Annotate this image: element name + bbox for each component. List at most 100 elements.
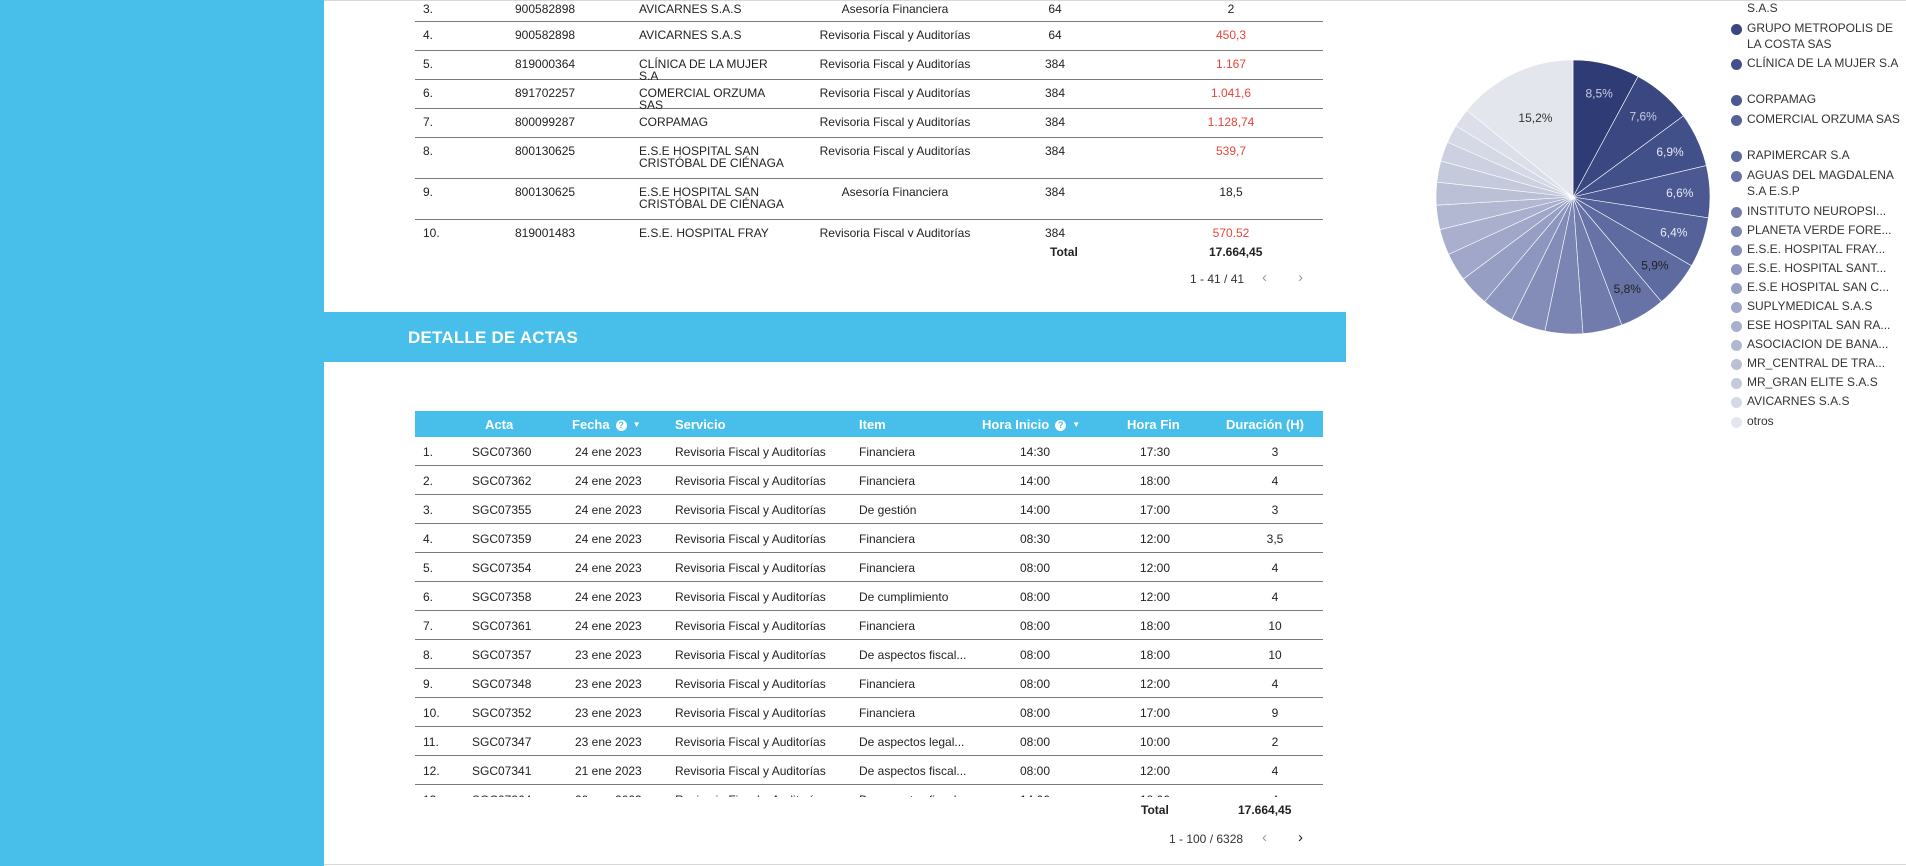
legend-swatch [1731,151,1742,162]
client-name-cell: AVICARNES S.A.S [639,2,742,16]
table-row[interactable]: 10. SGC07352 23 ene 2023 Revisoria Fiscal y… [415,698,1323,727]
legend-swatch [1731,378,1742,389]
pie-slice-label: 5,8% [1614,282,1642,296]
fecha-cell: 21 ene 2023 [575,764,642,778]
table-row[interactable]: 13. SGC07364 20 ene 2023 Revisoria Fiscal y… [415,785,1323,797]
actas-next-page-icon[interactable]: › [1298,829,1303,846]
pie-slice-label: 8,5% [1585,86,1613,100]
upper-next-page-icon[interactable]: › [1298,269,1303,286]
client-name-cell: COMERCIAL ORZUMA SAS [639,86,765,112]
service-cell: Revisoria Fiscal y Auditorías [819,86,971,100]
legend-label: INSTITUTO NEUROPSI... [1747,204,1887,218]
table-row[interactable]: 7. SGC07361 24 ene 2023 Revisoria Fiscal y … [415,611,1323,640]
table-row[interactable]: 2. SGC07362 24 ene 2023 Revisoria Fiscal y … [415,466,1323,495]
quantity-cell: 384 [1044,185,1066,199]
actas-prev-page-icon[interactable]: ‹ [1262,829,1267,846]
sort-desc-icon[interactable]: ▼ [633,420,641,429]
table-row[interactable]: 6. 891702257 COMERCIAL ORZUMA SAS Revisoria… [415,80,1323,112]
pie-slice-label: 15,2% [1518,111,1552,125]
fecha-cell: 23 ene 2023 [575,706,642,720]
acta-cell: SGC07348 [472,677,532,691]
service-cell: Revisoria Fiscal y Auditorías [819,144,971,158]
hora-inicio-cell: 08:00 [1019,735,1051,749]
table-row[interactable]: 9. SGC07348 23 ene 2023 Revisoria Fiscal y … [415,669,1323,698]
upper-pagination-text: 1 - 41 / 41 [1190,272,1245,286]
table-row[interactable]: 4. 900582898 AVICARNES S.A.S Revisoria Fisc… [415,22,1323,51]
pie-slice-label: 6,6% [1666,186,1694,200]
row-number: 7. [423,115,434,129]
header-hora-inicio-cell[interactable]: Hora Inicio? ▼ [982,417,1080,432]
table-row[interactable]: 12. SGC07341 21 ene 2023 Revisoria Fiscal y… [415,756,1323,785]
actas-pagination-text: 1 - 100 / 6328 [1169,832,1244,846]
service-cell: Revisoria Fiscal y Auditorías [819,57,971,71]
value-cell: 18,5 [1219,185,1243,199]
acta-cell: SGC07347 [472,735,532,749]
table-row[interactable]: 10. 819001483 E.S.E. HOSPITAL FRAY LUIS Rev… [415,220,1323,237]
table-row[interactable]: 8. 800130625 E.S.E HOSPITAL SAN CRISTÓBAL … [415,138,1323,179]
upper-total-value: 17.664,45 [1209,245,1263,259]
pie-legend[interactable]: S.A.S GRUPO METROPOLIS DE LA COSTA SAS CLÍ… [1727,0,1906,430]
table-row[interactable]: 7. 800099287 CORPAMAG Revisoria Fiscal y Au… [415,109,1323,138]
info-icon[interactable]: ? [615,420,627,431]
hora-inicio-cell: 08:00 [1019,677,1051,691]
table-row[interactable]: 3. 900582898 AVICARNES S.A.S Asesoría Finan… [415,0,1323,22]
legend-swatch [1731,226,1742,237]
servicio-cell: Revisoria Fiscal y Auditorías [675,532,826,546]
table-row[interactable]: 5. 819000364 CLÍNICA DE LA MUJER S.A Reviso… [415,51,1323,82]
row-number: 7. [423,619,434,633]
quantity-cell: 384 [1044,226,1066,237]
value-cell: 1.167 [1215,57,1247,71]
client-name-cell: E.S.E. HOSPITAL FRAY LUIS [639,226,769,237]
fecha-cell: 24 ene 2023 [575,445,642,459]
legend-swatch [1731,321,1742,332]
table-row[interactable]: 4. SGC07359 24 ene 2023 Revisoria Fiscal y … [415,524,1323,553]
header-duracion[interactable]: Duración (H) [1226,417,1304,432]
upper-prev-page-icon[interactable]: ‹ [1262,269,1267,286]
legend-swatch [1731,24,1742,35]
legend-swatch [1731,417,1742,428]
table-row[interactable]: 1. SGC07360 24 ene 2023 Revisoria Fiscal y … [415,437,1323,466]
item-cell: De aspectos fiscal... [859,793,971,797]
legend-label: CORPAMAG [1747,92,1817,106]
hora-inicio-cell: 08:00 [1019,619,1051,633]
clients-table[interactable]: 3. 900582898 AVICARNES S.A.S Asesoría Finan… [415,0,1323,237]
legend-label: otros [1747,414,1774,428]
nit-cell: 819001483 [515,226,576,237]
acta-cell: SGC07364 [472,793,531,797]
fecha-cell: 24 ene 2023 [575,561,642,575]
table-row[interactable]: 11. SGC07347 23 ene 2023 Revisoria Fiscal y… [415,727,1323,756]
info-icon[interactable]: ? [1055,420,1067,431]
table-row[interactable]: 9. 800130625 E.S.E HOSPITAL SAN CRISTÓBAL … [415,179,1323,220]
duracion-cell: 3 [1271,445,1279,459]
header-hora-fin[interactable]: Hora Fin [1127,417,1180,432]
servicio-cell: Revisoria Fiscal y Auditorías [675,590,826,604]
actas-total-value: 17.664,45 [1238,803,1292,817]
service-cell: Revisoria Fiscal y Auditorías [819,115,971,129]
header-hora-inicio[interactable]: Hora Inicio [982,417,1049,432]
item-cell: Financiera [859,445,916,459]
table-row[interactable]: 8. SGC07357 23 ene 2023 Revisoria Fiscal y … [415,640,1323,669]
section-banner: DETALLE DE ACTAS [324,312,1346,362]
header-servicio[interactable]: Servicio [675,417,726,432]
table-row[interactable]: 6. SGC07358 24 ene 2023 Revisoria Fiscal y … [415,582,1323,611]
header-fecha[interactable]: Fecha [572,417,610,432]
pie-chart[interactable]: 8,5% 7,6% 6,9% 6,6% 6,4% 5,9% 5,8% 15,2% [1432,58,1712,348]
table-row[interactable]: 5. SGC07354 24 ene 2023 Revisoria Fiscal y … [415,553,1323,582]
actas-table[interactable]: 1. SGC07360 24 ene 2023 Revisoria Fiscal y … [415,437,1323,797]
servicio-cell: Revisoria Fiscal y Auditorías [675,735,826,749]
header-item[interactable]: Item [859,417,886,432]
header-acta[interactable]: Acta [485,417,513,432]
table-row[interactable]: 3. SGC07355 24 ene 2023 Revisoria Fiscal y … [415,495,1323,524]
legend-swatch [1731,207,1742,218]
hora-fin-cell: 12:00 [1139,677,1171,691]
header-fecha-cell[interactable]: Fecha? ▼ [572,417,641,432]
value-cell: 2 [1227,2,1235,16]
pie-slice-label: 6,4% [1660,226,1688,240]
row-number: 4. [423,28,434,42]
sort-desc-icon[interactable]: ▼ [1072,420,1080,429]
fecha-cell: 24 ene 2023 [575,590,642,604]
legend-swatch [1731,115,1742,126]
item-cell: De cumplimiento [859,590,949,604]
item-cell: Financiera [859,474,916,488]
nit-cell: 800130625 [515,185,576,199]
